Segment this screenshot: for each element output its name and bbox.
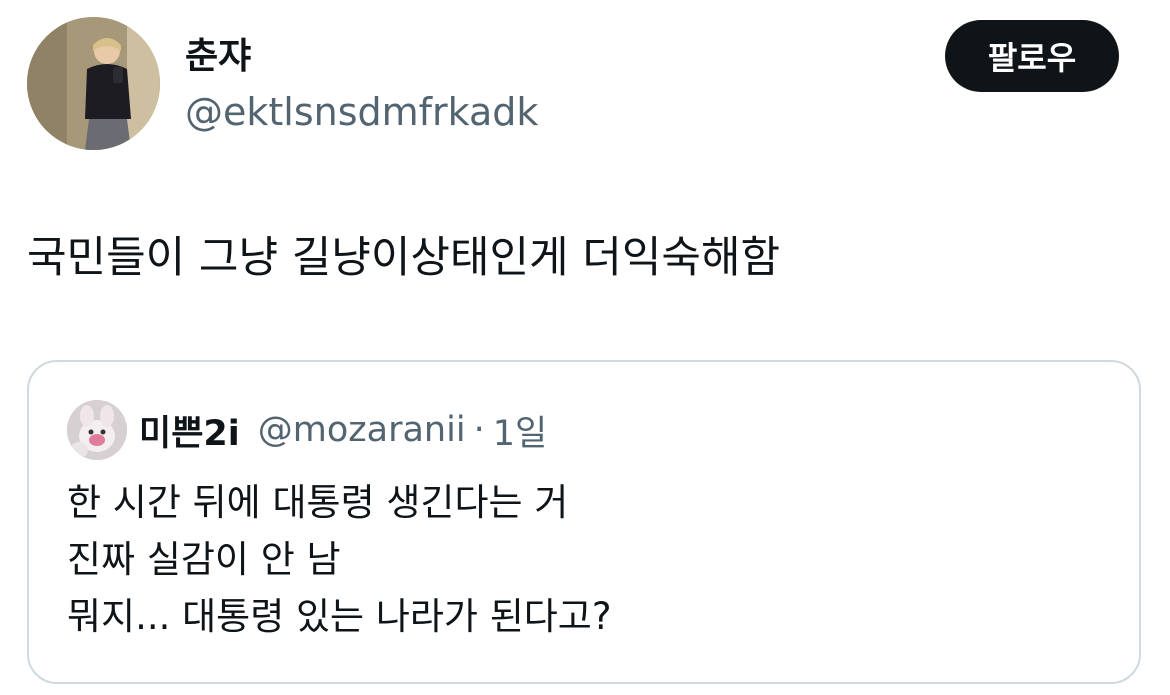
quoted-tweet-text: 한 시간 뒤에 대통령 생긴다는 거 진짜 실감이 안 남 뭐지... 대통령 … [67, 474, 612, 645]
author-handle[interactable]: @ektlsnsdmfrkadk [185, 86, 538, 138]
author-avatar[interactable] [27, 17, 160, 150]
plush-toy-avatar-icon [67, 400, 127, 460]
quoted-tweet[interactable]: 미쁜2i @mozaranii · 1일 한 시간 뒤에 대통령 생긴다는 거 … [27, 360, 1141, 684]
quoted-text-line: 한 시간 뒤에 대통령 생긴다는 거 [67, 481, 569, 524]
quoted-timestamp[interactable]: 1일 [493, 405, 547, 456]
quoted-text-line: 진짜 실감이 안 남 [67, 538, 341, 581]
quoted-header: 미쁜2i @mozaranii · 1일 [139, 404, 547, 456]
separator-dot: · [473, 410, 485, 450]
quoted-author-name[interactable]: 미쁜2i [139, 405, 240, 456]
avatar-photo-icon [27, 17, 160, 150]
follow-button[interactable]: 팔로우 [945, 20, 1119, 92]
tweet-text: 국민들이 그냥 길냥이상태인게 더익숙해함 [27, 233, 781, 283]
tweet-card: 춘쟈 @ektlsnsdmfrkadk 팔로우 국민들이 그냥 길냥이상태인게 … [0, 0, 1170, 695]
author-name[interactable]: 춘쟈 [185, 33, 251, 81]
quoted-author-handle[interactable]: @mozaranii [258, 410, 466, 450]
quoted-text-line: 뭐지... 대통령 있는 나라가 된다고? [67, 595, 612, 638]
quoted-author-avatar[interactable] [67, 400, 127, 460]
